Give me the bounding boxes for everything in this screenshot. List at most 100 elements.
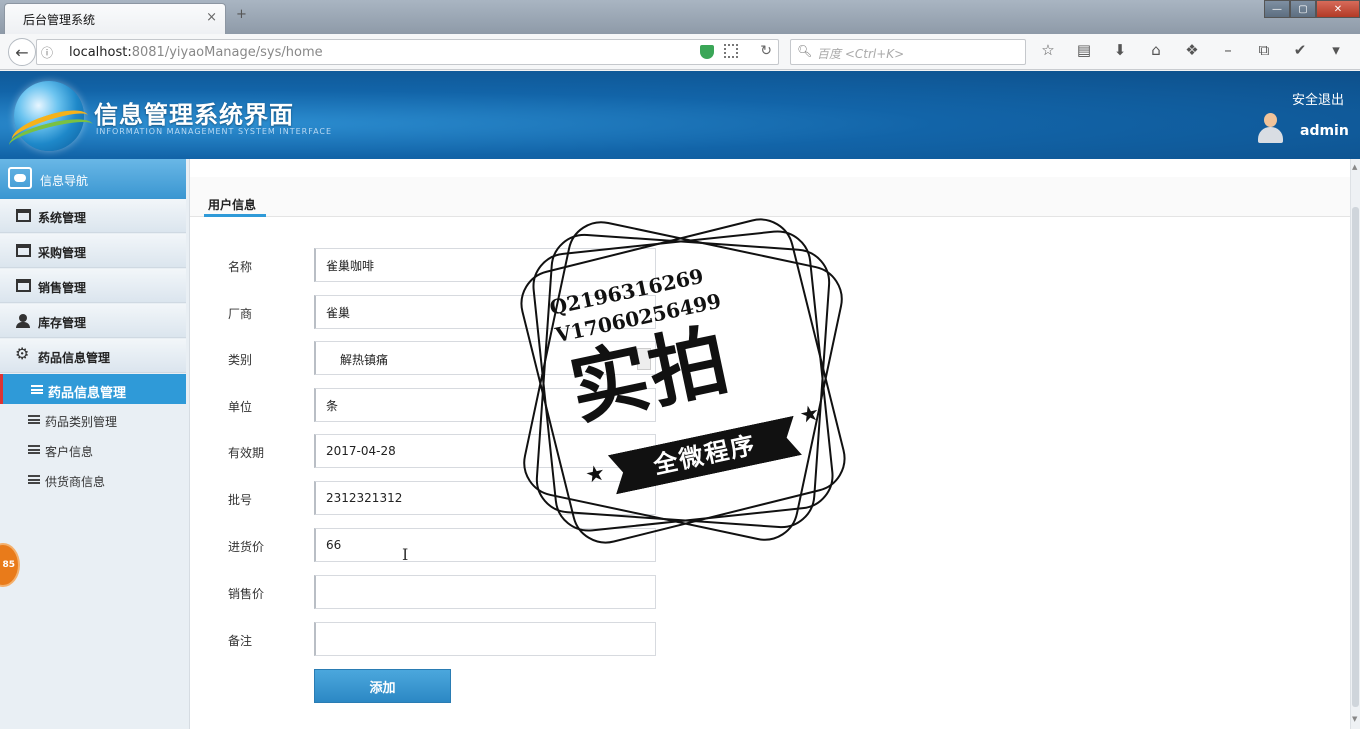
list-icon — [31, 385, 43, 394]
sidebar-group-purchase[interactable]: 采购管理 — [0, 234, 186, 268]
cloud-icon — [8, 167, 32, 189]
user-icon — [16, 314, 31, 328]
gear-icon — [15, 344, 31, 363]
sidebar-header-label: 信息导航 — [40, 174, 89, 188]
browser-tab-bar: 后台管理系统 × + — ▢ ✕ — [0, 0, 1360, 34]
url-host: localhost: — [69, 45, 132, 60]
sidebar-group-label: 药品信息管理 — [38, 351, 111, 365]
purchase-price-field[interactable] — [314, 528, 656, 562]
sidebar-header: 信息导航 — [0, 159, 186, 199]
address-bar[interactable]: ⓘ localhost:8081/yiyaoManage/sys/home ↻ — [36, 39, 779, 65]
reading-list-icon[interactable]: ▤ — [1072, 41, 1096, 59]
remark-label: 备注 — [228, 634, 253, 648]
avatar-head — [1264, 113, 1277, 127]
extension-icon[interactable]: ❖ — [1180, 41, 1204, 59]
calendar-icon — [16, 209, 31, 222]
url-path: 8081/yiyaoManage/sys/home — [131, 45, 323, 60]
name-field[interactable] — [314, 248, 656, 282]
add-button[interactable]: 添加 — [314, 669, 451, 703]
tab-title: 后台管理系统 — [23, 13, 96, 27]
tools-icon[interactable]: ✔ — [1288, 41, 1312, 59]
download-icon[interactable]: ⬇ — [1108, 41, 1132, 59]
sidebar-item-customers[interactable]: 客户信息 — [0, 434, 186, 464]
batch-label: 批号 — [228, 493, 253, 507]
scroll-down-icon[interactable]: ▼ — [1352, 715, 1357, 723]
batch-field[interactable] — [314, 481, 656, 515]
site-info-icon[interactable]: ⓘ — [41, 44, 53, 61]
page-scrollbar[interactable]: ▲ ▼ — [1350, 159, 1360, 729]
sidebar-item-drug-info[interactable]: 药品信息管理 — [0, 374, 186, 404]
logout-link[interactable]: 安全退出 — [1292, 89, 1344, 108]
purchase-price-label: 进货价 — [228, 540, 265, 554]
sidebar: 信息导航 系统管理 采购管理 销售管理 库存管理 药品信息管理 药品信息管理 药… — [0, 159, 190, 729]
calendar-icon — [16, 279, 31, 292]
vendor-field[interactable] — [314, 295, 656, 329]
dropdown-arrow-icon[interactable]: ▾ — [1324, 41, 1348, 59]
category-value: 解热镇痛 — [340, 353, 389, 367]
avatar-body — [1258, 127, 1283, 143]
category-label: 类别 — [228, 353, 253, 367]
expiry-label: 有效期 — [228, 446, 265, 460]
sidebar-item-drug-category[interactable]: 药品类别管理 — [0, 404, 186, 434]
sidebar-item-label: 供货商信息 — [45, 475, 106, 489]
app-title: 信息管理系统界面 — [94, 101, 294, 129]
maximize-button[interactable]: ▢ — [1290, 0, 1316, 18]
close-window-button[interactable]: ✕ — [1316, 0, 1360, 18]
search-placeholder: 百度 <Ctrl+K> — [817, 47, 905, 61]
sidebar-item-label: 药品信息管理 — [48, 386, 127, 401]
tab-close-icon[interactable]: × — [206, 10, 217, 25]
browser-tab[interactable]: 后台管理系统 × — [4, 3, 226, 34]
text-cursor-icon: I — [402, 545, 409, 564]
app-subtitle: INFORMATION MANAGEMENT SYSTEM INTERFACE — [96, 127, 333, 136]
chevron-down-icon[interactable] — [637, 348, 651, 370]
scrollbar-thumb[interactable] — [1352, 207, 1359, 707]
table-icon — [28, 475, 40, 484]
vendor-label: 厂商 — [228, 307, 253, 321]
sale-price-label: 销售价 — [228, 587, 265, 601]
home-icon[interactable]: ⌂ — [1144, 41, 1168, 59]
app-header: 信息管理系统界面 INFORMATION MANAGEMENT SYSTEM I… — [0, 71, 1360, 159]
sidebar-item-label: 客户信息 — [45, 445, 94, 459]
name-label: 名称 — [228, 260, 253, 274]
list-icon — [28, 415, 40, 424]
avatar — [1256, 113, 1284, 143]
sidebar-item-label: 药品类别管理 — [45, 415, 118, 429]
url-text[interactable]: localhost:8081/yiyaoManage/sys/home — [69, 45, 323, 60]
unit-field[interactable] — [314, 388, 656, 422]
sidebar-group-inventory[interactable]: 库存管理 — [0, 304, 186, 338]
new-tab-button[interactable]: + — [236, 7, 247, 22]
sidebar-item-suppliers[interactable]: 供货商信息 — [0, 464, 186, 494]
shield-icon[interactable] — [700, 45, 714, 59]
tab-underline — [204, 214, 266, 217]
minimize-button[interactable]: — — [1264, 0, 1290, 18]
sidebar-group-system[interactable]: 系统管理 — [0, 199, 186, 233]
floating-badge[interactable]: 85 — [0, 543, 20, 587]
browser-nav-bar: ← ⓘ localhost:8081/yiyaoManage/sys/home … — [0, 34, 1360, 70]
bookmark-star-icon[interactable]: ☆ — [1036, 41, 1060, 59]
reload-icon[interactable]: ↻ — [760, 43, 772, 59]
window-controls: — ▢ ✕ — [1264, 0, 1360, 18]
sidebar-group-label: 库存管理 — [38, 316, 87, 330]
calendar-icon — [16, 244, 31, 257]
browser-toolbar: ☆ ▤ ⬇ ⌂ ❖ – ⧉ ✔ ▾ ☰ — [1036, 41, 1360, 59]
sidebar-group-drug-info[interactable]: 药品信息管理 — [0, 339, 186, 373]
expiry-field[interactable] — [314, 434, 656, 468]
separator-icon: – — [1224, 41, 1232, 59]
sidebar-group-label: 销售管理 — [38, 281, 87, 295]
sale-price-field[interactable] — [314, 575, 656, 609]
scroll-up-icon[interactable]: ▲ — [1352, 163, 1357, 171]
main-content: 用户信息 名称 厂商 类别 解热镇痛 单位 有效期 批号 进货价 销售价 备注 … — [190, 159, 1350, 729]
sidebar-group-sales[interactable]: 销售管理 — [0, 269, 186, 303]
panel-header: 用户信息 — [190, 177, 1350, 217]
search-box[interactable]: 🔍︎ 百度 <Ctrl+K> — [790, 39, 1026, 65]
sidebar-group-label: 系统管理 — [38, 211, 87, 225]
table-icon — [28, 445, 40, 454]
remark-field[interactable] — [314, 622, 656, 656]
username: admin — [1300, 123, 1349, 139]
back-arrow-icon[interactable]: ← — [8, 38, 36, 66]
category-select[interactable]: 解热镇痛 — [314, 341, 656, 375]
screenshot-icon[interactable]: ⧉ — [1252, 41, 1276, 59]
qr-code-icon[interactable] — [724, 44, 738, 58]
search-icon: 🔍︎ — [797, 44, 813, 58]
tab-user-info[interactable]: 用户信息 — [208, 196, 256, 213]
